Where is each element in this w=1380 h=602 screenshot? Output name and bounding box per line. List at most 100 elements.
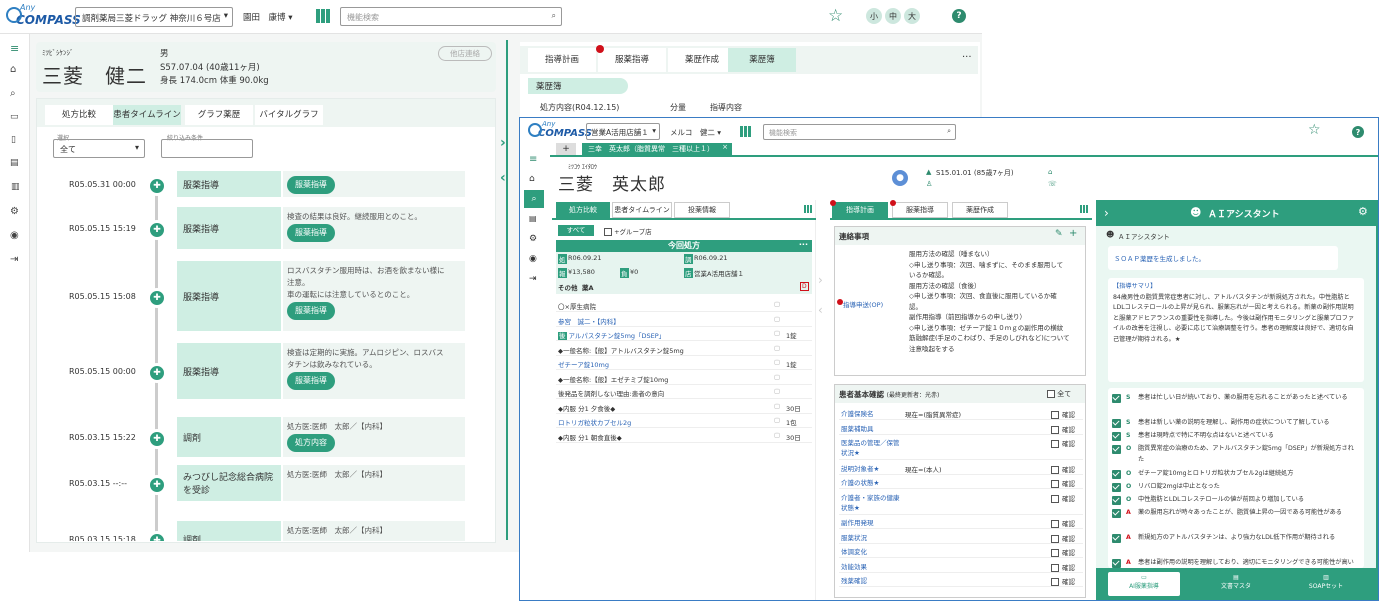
tab-prescription-compare[interactable]: 処方比較 xyxy=(45,105,113,125)
building-icon[interactable]: ▥ xyxy=(11,182,20,192)
home-icon[interactable]: ⌂ xyxy=(10,64,16,75)
soap-checkbox[interactable] xyxy=(1112,393,1121,403)
logout-icon[interactable]: ⇥ xyxy=(10,254,18,265)
expand-left-icon[interactable]: ‹ xyxy=(500,170,506,186)
expand-left-icon[interactable]: ‹ xyxy=(818,303,823,317)
tab-patient-timeline[interactable]: 患者タイムライン xyxy=(113,105,181,125)
timeline-action-button[interactable]: 服薬指導 xyxy=(287,176,335,194)
more-icon[interactable]: ··· xyxy=(799,239,808,251)
soap-set-button[interactable]: ▥ SOAPセット xyxy=(1296,572,1356,596)
settings-icon[interactable]: ⚙ xyxy=(10,206,19,217)
rx-item[interactable]: ロトリガ粒状カプセル2g ▢ 1包 xyxy=(556,414,812,428)
store-icon[interactable]: ▤ xyxy=(10,158,19,168)
basic-check-label[interactable]: 残薬確認 xyxy=(841,576,901,586)
filter-condition-input[interactable] xyxy=(161,139,253,158)
menu-icon[interactable]: ≡ xyxy=(529,154,537,165)
store-select[interactable]: 調剤薬局三菱ドラッグ 神奈川６号店 ▾ xyxy=(75,7,233,27)
check-all-checkbox[interactable]: 全て xyxy=(1047,389,1071,399)
copy-icon[interactable]: ▢ xyxy=(774,358,780,366)
tab-history-create[interactable]: 薬歴作成 xyxy=(952,202,1008,218)
grid-menu-icon[interactable] xyxy=(740,126,751,137)
basic-check-label[interactable]: 介護者・家族の健康状態★ xyxy=(841,493,901,513)
user-menu[interactable]: 園田 康博 ▾ xyxy=(243,11,292,23)
eye-icon[interactable]: ◉ xyxy=(10,230,19,241)
settings-icon[interactable]: ⚙ xyxy=(1358,205,1368,218)
filter-all-button[interactable]: すべて xyxy=(558,225,594,236)
grid-view-icon[interactable] xyxy=(1080,205,1088,213)
copy-icon[interactable]: ▢ xyxy=(774,300,780,308)
expand-right-icon[interactable]: › xyxy=(500,135,506,151)
soap-checkbox[interactable] xyxy=(1112,482,1121,492)
tab-dispensing-info[interactable]: 投薬情報 xyxy=(674,202,730,218)
copy-icon[interactable]: ▢ xyxy=(774,402,780,410)
basic-check-checkbox[interactable]: 確認 xyxy=(1051,438,1075,448)
timeline-action-button[interactable]: 服薬指導 xyxy=(287,302,335,320)
font-small-button[interactable]: 小 xyxy=(866,8,882,24)
favorite-star-icon[interactable]: ☆ xyxy=(1308,122,1321,138)
logout-icon[interactable]: ⇥ xyxy=(529,274,537,284)
soap-checkbox[interactable] xyxy=(1112,533,1121,543)
avatar[interactable]: ● xyxy=(892,170,908,186)
help-icon[interactable]: ? xyxy=(1352,126,1364,138)
basic-check-checkbox[interactable]: 確認 xyxy=(1051,562,1075,572)
add-icon[interactable]: + xyxy=(1069,228,1077,239)
basic-check-checkbox[interactable]: 確認 xyxy=(1051,424,1075,434)
basic-check-checkbox[interactable]: 確認 xyxy=(1051,464,1075,474)
soap-checkbox[interactable] xyxy=(1112,431,1121,441)
basic-check-checkbox[interactable]: 確認 xyxy=(1051,533,1075,543)
home-icon[interactable]: ⌂ xyxy=(529,174,535,184)
ai-guidance-button[interactable]: ▭ AI服薬指導 xyxy=(1108,572,1180,596)
soap-checkbox[interactable] xyxy=(1112,469,1121,479)
new-tab-button[interactable]: + xyxy=(556,143,576,155)
more-icon[interactable]: ··· xyxy=(962,52,972,63)
rx-item[interactable]: 後アルパスタチン錠5mg「DSEP」 ▢ 1錠 xyxy=(556,327,812,341)
basic-check-checkbox[interactable]: 確認 xyxy=(1051,576,1075,586)
basic-check-checkbox[interactable]: 確認 xyxy=(1051,409,1075,419)
basic-check-label[interactable]: 介護の状態★ xyxy=(841,478,901,488)
tab-guidance-plan[interactable]: 指導計画 xyxy=(528,48,596,72)
search-icon[interactable]: ⌕ xyxy=(524,190,544,208)
basic-check-label[interactable]: 体調変化 xyxy=(841,547,901,557)
soap-checkbox[interactable] xyxy=(1112,508,1121,518)
font-large-button[interactable]: 大 xyxy=(904,8,920,24)
filter-select[interactable]: 全て ▾ xyxy=(53,139,145,158)
basic-check-label[interactable]: 説明対象者★ xyxy=(841,464,901,474)
store-icon[interactable]: ▤ xyxy=(529,214,537,223)
copy-icon[interactable]: ▢ xyxy=(774,344,780,352)
store-select[interactable]: 営業A活用店舗１ ▾ xyxy=(586,123,660,140)
grid-view-icon[interactable] xyxy=(804,205,812,213)
rx-item[interactable]: 参宮 誠二・【内科】 ▢ xyxy=(556,313,812,327)
soap-checkbox[interactable] xyxy=(1112,418,1121,428)
search-icon[interactable]: ⌕ xyxy=(10,88,16,99)
settings-icon[interactable]: ⚙ xyxy=(529,234,537,244)
soap-checkbox[interactable] xyxy=(1112,495,1121,505)
copy-icon[interactable]: ▢ xyxy=(774,329,780,337)
copy-icon[interactable]: ▢ xyxy=(774,416,780,424)
favorite-star-icon[interactable]: ☆ xyxy=(828,6,843,26)
basic-check-label[interactable]: 介護保険名 xyxy=(841,409,901,419)
other-store-link-button[interactable]: 他店連絡 xyxy=(438,46,492,61)
tab-history-book[interactable]: 薬歴簿 xyxy=(728,48,796,72)
phone-icon[interactable]: ▯ xyxy=(11,135,16,145)
tab-prescription-compare[interactable]: 処方比較 xyxy=(556,202,610,218)
help-icon[interactable]: ? xyxy=(952,9,966,23)
monitor-icon[interactable]: ▭ xyxy=(10,112,19,122)
basic-check-label[interactable]: 副作用発現 xyxy=(841,518,901,528)
basic-check-checkbox[interactable]: 確認 xyxy=(1051,547,1075,557)
timeline-action-button[interactable]: 処方内容 xyxy=(287,434,335,452)
basic-check-checkbox[interactable]: 確認 xyxy=(1051,493,1075,503)
edit-icon[interactable]: ✎ xyxy=(1055,229,1063,239)
expand-right-icon[interactable]: › xyxy=(818,273,823,287)
patient-tab[interactable]: 三幸 英太郎（脂質異常 三種以上１） × xyxy=(582,143,732,155)
basic-check-label[interactable]: 服薬状況 xyxy=(841,533,901,543)
timeline-action-button[interactable]: 服薬指導 xyxy=(287,224,335,242)
copy-icon[interactable]: ▢ xyxy=(774,373,780,381)
search-input[interactable]: 機能検索 ⌕ xyxy=(763,124,956,140)
copy-icon[interactable]: ▢ xyxy=(774,315,780,323)
font-medium-button[interactable]: 中 xyxy=(885,8,901,24)
tab-graph-history[interactable]: グラフ薬歴 xyxy=(185,105,253,125)
soap-checkbox[interactable] xyxy=(1112,558,1121,568)
basic-check-label[interactable]: 効能効果 xyxy=(841,562,901,572)
rx-item[interactable]: ゼチーア錠10mg ▢ 1錠 xyxy=(556,356,812,370)
copy-icon[interactable]: ▢ xyxy=(774,387,780,395)
